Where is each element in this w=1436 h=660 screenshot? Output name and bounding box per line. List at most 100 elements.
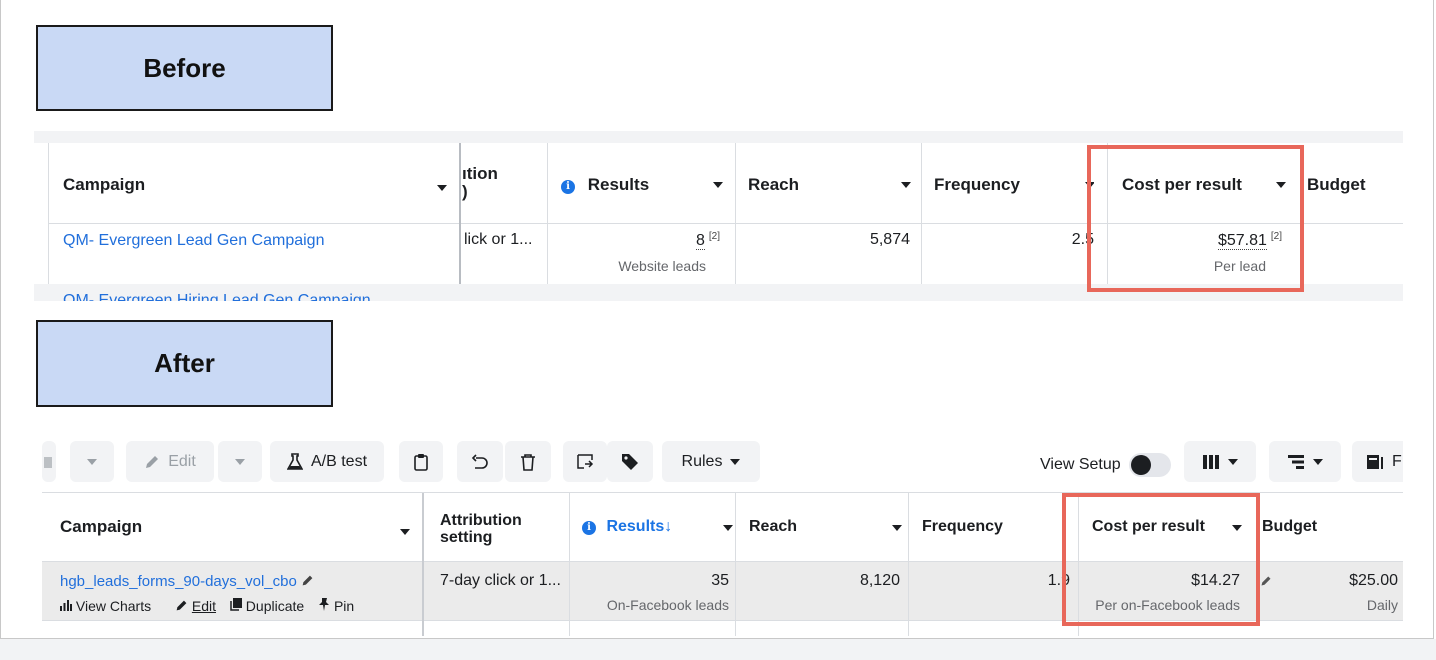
caret-down-icon — [1313, 458, 1323, 465]
caret-down-icon[interactable] — [901, 182, 911, 188]
header-results-label: Results — [606, 518, 665, 535]
edit-button[interactable]: Edit — [126, 441, 214, 482]
budget-edit[interactable] — [1260, 574, 1274, 588]
info-icon[interactable]: i — [561, 180, 575, 194]
rules-label: Rules — [681, 452, 723, 470]
before-cost-highlight — [1087, 145, 1304, 292]
after-label: After — [36, 320, 333, 407]
col-divider — [921, 143, 922, 284]
header-attribution[interactable]: Attribution setting — [440, 512, 560, 546]
delete-button[interactable] — [505, 441, 551, 482]
results-subtext: On-Facebook leads — [606, 597, 729, 613]
header-frequency-label: Frequency — [934, 175, 1020, 194]
results-value[interactable]: 8 [2] — [554, 231, 720, 250]
header-budget[interactable]: Budget — [1262, 502, 1362, 552]
campaign-name-link[interactable]: QM- Evergreen Lead Gen Campaign — [63, 231, 443, 251]
results-footnote: [2] — [708, 231, 720, 242]
results-subtext: Website leads — [618, 258, 706, 274]
ab-test-button[interactable]: A/B test — [270, 441, 384, 482]
col-divider — [459, 143, 461, 284]
budget-subtext: Daily — [1366, 597, 1398, 613]
caret-down-icon[interactable] — [713, 182, 723, 188]
chart-icon — [60, 600, 72, 611]
export-button[interactable] — [563, 441, 607, 482]
col-divider — [422, 493, 424, 636]
header-budget[interactable]: Budget — [1307, 155, 1403, 215]
pin-action[interactable]: Pin — [318, 598, 354, 614]
header-campaign-label: Campaign — [60, 517, 143, 536]
pencil-icon — [176, 600, 187, 611]
trash-icon — [521, 453, 535, 471]
header-frequency[interactable]: Frequency — [934, 155, 1094, 215]
header-campaign-sort[interactable] — [400, 523, 414, 537]
doc-icon — [44, 456, 52, 468]
col-divider — [547, 143, 548, 284]
results-value[interactable]: 35 — [582, 572, 729, 590]
pencil-icon — [146, 455, 159, 468]
header-reach-label: Reach — [749, 518, 798, 535]
header-campaign[interactable]: Campaign — [63, 155, 443, 215]
reach-value: 5,874 — [869, 231, 910, 248]
header-attribution[interactable]: ıtion ) — [462, 165, 552, 201]
columns-icon — [1203, 454, 1219, 469]
duplicate-icon — [230, 598, 242, 611]
header-budget-label: Budget — [1307, 175, 1366, 194]
attribution-value: lick or 1... — [464, 231, 533, 248]
caret-down-icon[interactable] — [892, 525, 902, 531]
row-actions: View Charts Edit Duplicate Pin — [60, 597, 400, 615]
pencil-icon[interactable] — [301, 574, 314, 587]
header-results[interactable]: i Results↓ — [582, 502, 742, 552]
columns-button[interactable] — [1184, 441, 1256, 482]
header-results[interactable]: i Results — [561, 155, 736, 215]
header-reach[interactable]: Reach — [748, 155, 918, 215]
view-setup-label: View Setup — [1040, 456, 1121, 474]
campaign-name-link[interactable]: hgb_leads_forms_90-days_vol_cbo — [60, 572, 360, 592]
tag-button[interactable] — [607, 441, 653, 482]
table-top-strip — [34, 131, 1403, 143]
undo-button[interactable] — [457, 441, 503, 482]
header-frequency[interactable]: Frequency — [922, 502, 1082, 552]
col-divider — [569, 493, 570, 636]
rules-button[interactable]: Rules — [662, 441, 760, 482]
campaign-name: hgb_leads_forms_90-days_vol_cbo — [60, 573, 297, 590]
frequency-value: 1.9 — [1047, 572, 1070, 589]
info-icon[interactable]: i — [582, 521, 596, 535]
results-number: 8 — [695, 232, 705, 250]
view-setup-toggle[interactable] — [1128, 453, 1171, 477]
header-budget-label: Budget — [1262, 518, 1318, 535]
attribution-value: 7-day click or 1... — [440, 572, 561, 589]
header-attribution-label-2: ) — [462, 182, 468, 201]
caret-down-icon[interactable] — [723, 525, 733, 531]
col-divider — [735, 493, 736, 636]
header-results-label: Results — [587, 175, 650, 194]
edit-button-label: Edit — [168, 452, 196, 470]
breakdown-button[interactable] — [1269, 441, 1341, 482]
header-campaign-sort[interactable] — [437, 179, 451, 193]
view-setup-control[interactable]: View Setup — [1040, 453, 1180, 477]
clipboard-icon — [414, 453, 428, 471]
header-campaign[interactable]: Campaign — [60, 502, 390, 552]
header-attribution-label: Attribution — [440, 512, 522, 529]
toolbar-dropdown[interactable] — [70, 441, 114, 482]
toolbar-partial-button[interactable] — [42, 441, 56, 482]
view-charts-action[interactable]: View Charts — [60, 598, 165, 614]
frequency-value: 2.5 — [1071, 231, 1094, 248]
edit-dropdown[interactable] — [218, 441, 262, 482]
header-reach-label: Reach — [748, 175, 800, 194]
header-attribution-label: ıtion — [462, 165, 498, 183]
header-campaign-label: Campaign — [63, 175, 146, 194]
campaign-name-link-partial[interactable]: QM- Evergreen Hiring Lead Gen Campaign — [63, 291, 443, 301]
export-icon — [577, 453, 594, 469]
breakdown-icon — [1288, 454, 1304, 469]
header-reach[interactable]: Reach — [749, 502, 919, 552]
caret-down-icon — [437, 184, 447, 191]
ab-test-label: A/B test — [310, 452, 368, 470]
budget-value[interactable]: $25.00 — [1282, 572, 1398, 590]
before-label: Before — [36, 25, 333, 111]
clipboard-button[interactable] — [399, 441, 443, 482]
reports-button[interactable]: F — [1352, 441, 1403, 482]
duplicate-action[interactable]: Duplicate — [230, 598, 308, 614]
col-divider — [735, 143, 736, 284]
edit-action[interactable]: Edit — [175, 598, 220, 614]
caret-down-icon — [87, 458, 97, 465]
